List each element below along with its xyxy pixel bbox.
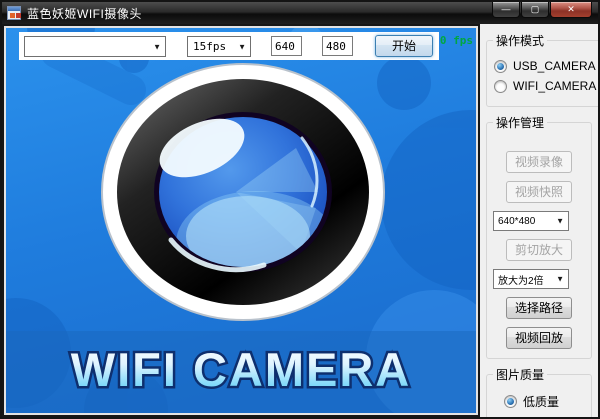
start-button[interactable]: 开始 — [375, 35, 433, 57]
titlebar: 蓝色妖姬WIFI摄像头 — ▢ ✕ — [2, 2, 598, 24]
wifi-camera-caption: WIFI CAMERA — [71, 343, 412, 396]
zoom-select-value: 放大为2倍 — [498, 275, 544, 287]
chevron-down-icon: ▼ — [556, 216, 564, 226]
chevron-down-icon: ▼ — [153, 42, 161, 51]
close-button[interactable]: ✕ — [550, 2, 592, 18]
radio-usb-camera-label: USB_CAMERA — [513, 59, 596, 73]
fps-select-value: 15fps — [193, 40, 227, 53]
fps-select[interactable]: 15fps ▼ — [187, 36, 251, 57]
mode-group-title: 操作模式 — [496, 34, 545, 48]
video-snapshot-button[interactable]: 视频快照 — [506, 181, 572, 203]
manage-group-title: 操作管理 — [496, 116, 545, 130]
select-path-button[interactable]: 选择路径 — [506, 297, 572, 319]
camera-lens-graphic: WIFI CAMERA — [6, 28, 476, 413]
control-panel: 操作模式 USB_CAMERA WIFI_CAMERA 操作管理 视频录像 视频… — [480, 24, 598, 417]
zoom-select[interactable]: 放大为2倍 ▼ — [493, 269, 569, 289]
radio-icon — [504, 395, 517, 408]
mode-group: 操作模式 USB_CAMERA WIFI_CAMERA — [486, 32, 598, 107]
app-window: 蓝色妖姬WIFI摄像头 — ▢ ✕ WIFI CAMERA ▼ 15fps ▼ … — [0, 0, 600, 419]
minimize-button[interactable]: — — [492, 2, 520, 18]
radio-wifi-camera-label: WIFI_CAMERA — [513, 79, 597, 93]
video-record-button[interactable]: 视频录像 — [506, 151, 572, 173]
width-input[interactable] — [271, 36, 302, 56]
height-input[interactable] — [322, 36, 353, 56]
radio-high-quality[interactable]: 高质量 — [504, 416, 586, 417]
resolution-select[interactable]: 640*480 ▼ — [493, 211, 569, 231]
radio-usb-camera[interactable]: USB_CAMERA — [494, 59, 596, 73]
chevron-down-icon: ▼ — [556, 274, 564, 284]
quality-group: 图片质量 低质量 高质量 — [486, 366, 592, 417]
radio-high-quality-label: 高质量 — [523, 416, 559, 417]
maximize-button[interactable]: ▢ — [521, 2, 549, 18]
chevron-down-icon: ▼ — [238, 42, 246, 51]
window-title: 蓝色妖姬WIFI摄像头 — [27, 6, 142, 21]
radio-low-quality[interactable]: 低质量 — [504, 393, 586, 410]
radio-icon — [494, 79, 507, 93]
radio-icon — [494, 59, 507, 73]
capture-toolbar: ▼ 15fps ▼ 开始 — [19, 32, 439, 60]
crop-zoom-button[interactable]: 剪切放大 — [506, 239, 572, 261]
window-controls: — ▢ ✕ — [491, 2, 592, 18]
fps-status: 0 fps — [439, 34, 473, 47]
video-preview: WIFI CAMERA ▼ 15fps ▼ 开始 0 fp — [4, 26, 478, 415]
manage-group: 操作管理 视频录像 视频快照 640*480 ▼ 剪切放大 放大为2倍 ▼ 选择… — [486, 114, 592, 359]
app-icon — [7, 6, 21, 20]
resolution-select-value: 640*480 — [498, 215, 536, 227]
video-playback-button[interactable]: 视频回放 — [506, 327, 572, 349]
device-select[interactable]: ▼ — [24, 36, 166, 57]
video-preview-frame: WIFI CAMERA ▼ 15fps ▼ 开始 0 fp — [2, 24, 480, 417]
radio-wifi-camera[interactable]: WIFI_CAMERA — [494, 79, 596, 93]
quality-group-title: 图片质量 — [496, 368, 545, 382]
radio-low-quality-label: 低质量 — [523, 395, 560, 409]
